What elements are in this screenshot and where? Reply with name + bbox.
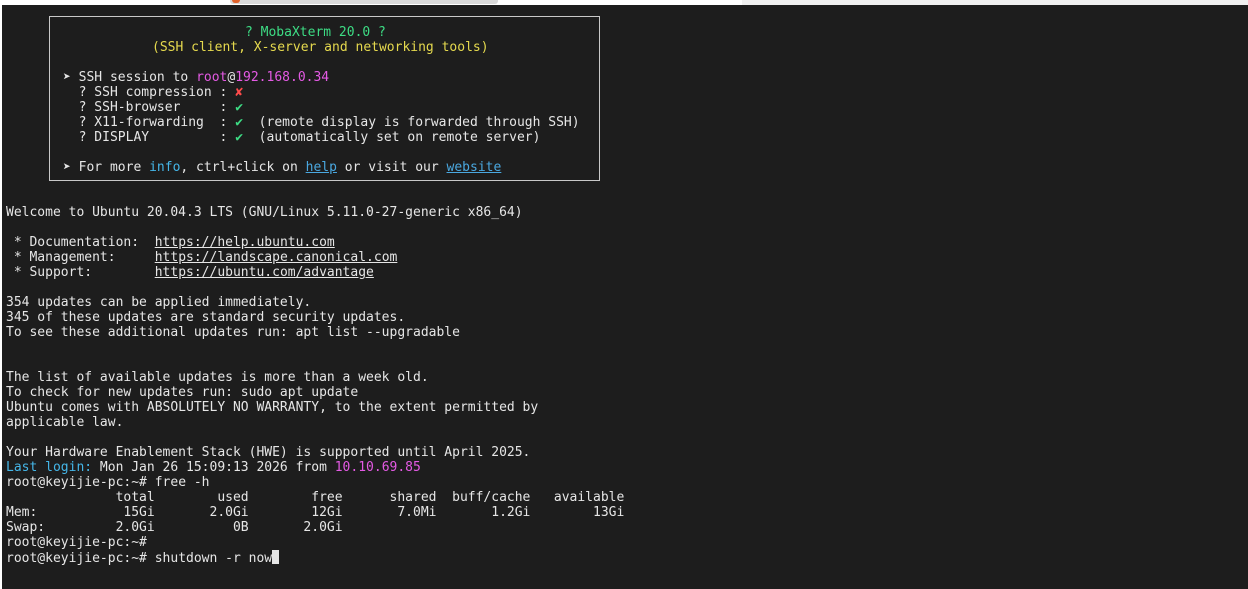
ssh-compression-label: ? SSH compression : — [63, 85, 236, 100]
ssh-session-host: 192.168.0.34 — [235, 70, 330, 85]
documentation-line: * Documentation: https://help.ubuntu.com — [6, 235, 335, 250]
welcome-line: Welcome to Ubuntu 20.04.3 LTS (GNU/Linux… — [6, 205, 523, 220]
updates-line-1: 354 updates can be applied immediately. — [6, 295, 312, 310]
documentation-label: * Documentation: — [6, 235, 155, 250]
free-swap-row: Swap: 2.0Gi 0B 2.0Gi — [6, 520, 343, 535]
current-command-line[interactable]: root@keyijie-pc:~# shutdown -r now — [6, 550, 280, 566]
command-line: root@keyijie-pc:~# free -h — [6, 475, 210, 490]
more-info-line: ➤ For more info, ctrl+click on help or v… — [63, 160, 501, 175]
check-icon: ✔ — [235, 115, 244, 130]
text-cursor — [272, 550, 280, 564]
command-text: free -h — [154, 475, 210, 490]
ssh-compression-line: ? SSH compression : ✘ — [63, 85, 243, 100]
ssh-session-user: root — [196, 70, 228, 85]
check-icon: ✔ — [235, 130, 244, 145]
support-line: * Support: https://ubuntu.com/advantage — [6, 265, 374, 280]
info-link[interactable]: info — [149, 160, 180, 175]
display-note: (automatically set on remote server) — [243, 130, 541, 145]
documentation-link[interactable]: https://help.ubuntu.com — [155, 235, 335, 250]
banner-subtitle: (SSH client, X-server and networking too… — [152, 40, 489, 55]
more-info-prefix: ➤ For more — [63, 160, 150, 175]
x11-forwarding-label: ? X11-forwarding : — [63, 115, 236, 130]
updates-line-3: To see these additional updates run: apt… — [6, 325, 460, 340]
updates-stale-line-1: The list of available updates is more th… — [6, 370, 429, 385]
x11-forwarding-note: (remote display is forwarded through SSH… — [243, 115, 580, 130]
banner-title: ? MobaXterm 20.0 ? — [245, 25, 386, 40]
ssh-browser-label: ? SSH-browser : — [63, 100, 236, 115]
help-link[interactable]: help — [306, 160, 337, 175]
more-info-mid: , ctrl+click on — [180, 160, 306, 175]
ssh-session-prefix: ➤ SSH session to — [63, 70, 197, 85]
shell-prompt: root@keyijie-pc:~# — [6, 551, 155, 566]
management-link[interactable]: https://landscape.canonical.com — [155, 250, 398, 265]
terminal-screen[interactable]: ? MobaXterm 20.0 ? (SSH client, X-server… — [2, 5, 1248, 589]
ssh-session-line: ➤ SSH session to root@192.168.0.34 — [63, 70, 329, 85]
command-line: root@keyijie-pc:~# — [6, 535, 155, 550]
more-info-or: or visit our — [336, 160, 447, 175]
display-line: ? DISPLAY : ✔ (automatically set on remo… — [63, 130, 541, 145]
cross-icon: ✘ — [235, 85, 244, 100]
updates-line-2: 345 of these updates are standard securi… — [6, 310, 406, 325]
management-label: * Management: — [6, 250, 155, 265]
check-icon: ✔ — [235, 100, 244, 115]
display-label: ? DISPLAY : — [63, 130, 236, 145]
ssh-browser-line: ? SSH-browser : ✔ — [63, 100, 243, 115]
last-login-host: 10.10.69.85 — [334, 460, 421, 475]
last-login-label: Last login: — [6, 460, 93, 475]
free-header-row: total used free shared buff/cache availa… — [6, 490, 625, 505]
warranty-line-2: applicable law. — [6, 415, 124, 430]
window-tab[interactable] — [230, 0, 498, 4]
x11-forwarding-line: ? X11-forwarding : ✔ (remote display is … — [63, 115, 580, 130]
support-link[interactable]: https://ubuntu.com/advantage — [155, 265, 374, 280]
shell-prompt: root@keyijie-pc:~# — [6, 475, 155, 490]
shell-prompt: root@keyijie-pc:~# — [6, 535, 155, 550]
website-link[interactable]: website — [447, 160, 502, 175]
updates-stale-line-2: To check for new updates run: sudo apt u… — [6, 385, 359, 400]
last-login-value: Mon Jan 26 15:09:13 2026 from — [92, 460, 335, 475]
last-login-line: Last login: Mon Jan 26 15:09:13 2026 fro… — [6, 460, 421, 475]
support-label: * Support: — [6, 265, 155, 280]
management-line: * Management: https://landscape.canonica… — [6, 250, 398, 265]
warranty-line-1: Ubuntu comes with ABSOLUTELY NO WARRANTY… — [6, 400, 539, 415]
current-command-text[interactable]: shutdown -r now — [155, 551, 272, 566]
free-mem-row: Mem: 15Gi 2.0Gi 12Gi 7.0Mi 1.2Gi 13Gi — [6, 505, 625, 520]
hwe-line: Your Hardware Enablement Stack (HWE) is … — [6, 445, 531, 460]
